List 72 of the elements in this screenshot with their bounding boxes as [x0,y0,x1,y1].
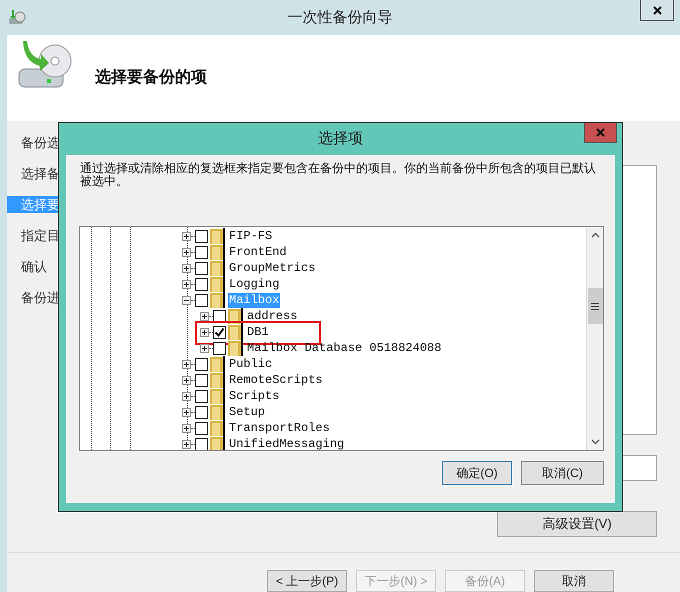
expand-icon[interactable] [182,248,191,256]
tree-item[interactable]: TransportRoles [228,420,331,436]
folder-icon [209,420,225,436]
folder-icon [227,340,243,356]
close-button[interactable] [640,0,674,21]
grip-icon [591,302,599,310]
tree-item[interactable]: Mailbox Database 0518824088 [246,340,442,356]
checkbox[interactable] [195,406,208,418]
expand-icon[interactable] [182,360,191,368]
page-heading: 选择要备份的项 [95,68,207,88]
window-title: 一次性备份向导 [286,8,394,28]
tree-item[interactable]: FrontEnd [228,244,288,260]
folder-icon [227,324,243,340]
folder-icon [209,372,225,388]
app-icon [8,8,26,26]
tree-item[interactable]: RemoteScripts [228,372,324,388]
checkbox[interactable] [195,230,208,242]
expand-icon[interactable] [182,280,191,288]
close-icon [652,6,662,14]
folder-icon [209,404,225,420]
tree-item[interactable]: Setup [228,404,266,420]
dialog-button[interactable]: 确定(O) [442,461,512,485]
dialog-button[interactable]: 取消(C) [521,461,604,485]
folder-icon [209,244,225,260]
tree-item[interactable]: Logging [228,276,280,292]
expand-icon[interactable] [182,440,191,448]
checkbox[interactable] [195,278,208,290]
folder-icon [209,356,225,372]
tree-item[interactable]: address [246,308,298,324]
folder-icon [209,276,225,292]
folder-icon [209,388,225,404]
tree-item[interactable]: FIP-FS [228,228,274,244]
checkbox[interactable] [195,262,208,274]
check-icon [214,326,225,338]
expand-icon[interactable] [182,424,191,432]
checkbox[interactable] [195,246,208,258]
tree-item[interactable]: Scripts [228,388,280,404]
folder-icon [209,292,225,308]
expand-icon[interactable] [182,408,191,416]
expand-icon[interactable] [200,344,209,352]
tree-item[interactable]: UnifiedMessaging [228,436,346,450]
expand-icon[interactable] [182,232,191,240]
folder-icon [209,436,225,450]
expand-icon[interactable] [182,376,191,384]
checkbox[interactable] [195,438,208,450]
expand-icon[interactable] [182,264,191,272]
folder-icon [209,228,225,244]
tree-item[interactable]: GroupMetrics [228,260,316,276]
wizard-button[interactable]: 取消 [534,570,614,592]
checkbox[interactable] [195,390,208,402]
close-icon [596,128,605,137]
tree-item[interactable]: Public [228,356,274,372]
tree-item[interactable]: DB1 [246,324,270,340]
checkbox[interactable] [213,310,226,322]
checkbox[interactable] [195,374,208,386]
advanced-settings-button[interactable]: 高级设置(V) [497,511,657,537]
expand-icon[interactable] [200,328,209,336]
scrollbar[interactable] [586,227,603,450]
collapse-icon[interactable] [182,296,191,304]
description-text: 通过选择或清除相应的复选框来指定要包含在备份中的项目。你的当前备份中所包含的项目已默认被选中。 [80,162,597,190]
expand-icon[interactable] [182,392,191,400]
folder-icon [209,260,225,276]
checkbox[interactable] [213,326,226,338]
checkbox[interactable] [195,294,208,306]
dialog-title: 选择项 [317,129,364,149]
checkbox[interactable] [195,422,208,434]
wizard-button[interactable]: < 上一步(P) [267,570,347,592]
input-field [622,455,657,481]
checkbox[interactable] [213,342,226,354]
scroll-thumb[interactable] [588,288,602,324]
checkbox[interactable] [195,358,208,370]
expand-icon[interactable] [200,312,209,320]
